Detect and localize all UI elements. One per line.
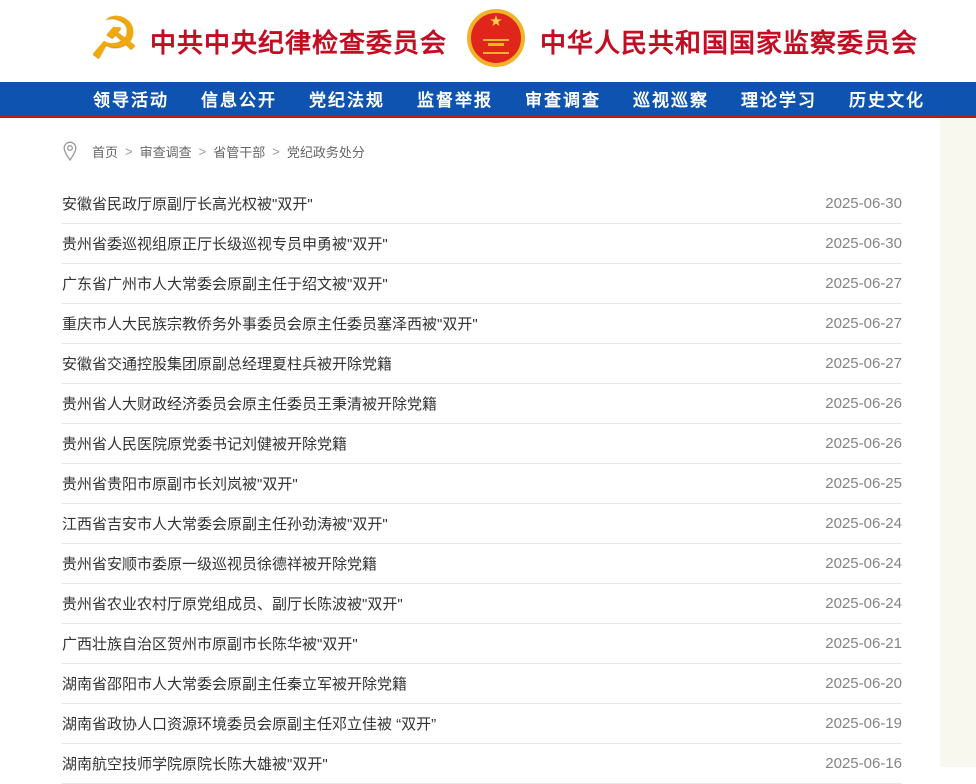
- news-row: 江西省吉安市人大常委会原副主任孙劲涛被"双开" 2025-06-24: [62, 504, 902, 544]
- news-title-link[interactable]: 贵州省委巡视组原正厅长级巡视专员申勇被"双开": [62, 233, 388, 254]
- nav-item-supervision-reporting[interactable]: 监督举报: [417, 86, 493, 111]
- breadcrumb-home[interactable]: 首页: [92, 142, 118, 161]
- news-row: 贵州省人大财政经济委员会原主任委员王秉清被开除党籍 2025-06-26: [62, 384, 902, 424]
- news-date: 2025-06-27: [825, 275, 902, 292]
- news-date: 2025-06-25: [825, 475, 902, 492]
- news-row: 安徽省交通控股集团原副总经理夏柱兵被开除党籍 2025-06-27: [62, 344, 902, 384]
- breadcrumb-separator: >: [199, 144, 207, 159]
- news-list: 安徽省民政厅原副厅长高光权被"双开" 2025-06-30 贵州省委巡视组原正厅…: [62, 184, 902, 784]
- page-edge-background: [940, 118, 976, 767]
- news-date: 2025-06-20: [825, 675, 902, 692]
- breadcrumb: 首页 > 审查调查 > 省管干部 > 党纪政务处分: [62, 118, 976, 184]
- main-nav: 领导活动 信息公开 党纪法规 监督举报 审查调查 巡视巡察 理论学习 历史文化: [0, 82, 976, 118]
- breadcrumb-province-cadres[interactable]: 省管干部: [213, 142, 265, 161]
- news-date: 2025-06-19: [825, 715, 902, 732]
- news-title-link[interactable]: 安徽省民政厅原副厅长高光权被"双开": [62, 193, 313, 214]
- news-title-link[interactable]: 安徽省交通控股集团原副总经理夏柱兵被开除党籍: [62, 353, 392, 374]
- news-title-link[interactable]: 江西省吉安市人大常委会原副主任孙劲涛被"双开": [62, 513, 388, 534]
- news-title-link[interactable]: 贵州省农业农村厅原党组成员、副厅长陈波被"双开": [62, 593, 403, 614]
- news-row: 贵州省安顺市委原一级巡视员徐德祥被开除党籍 2025-06-24: [62, 544, 902, 584]
- news-date: 2025-06-21: [825, 635, 902, 652]
- site-header: ☭ 中共中央纪律检查委员会 ★ 中华人民共和国国家监察委员会: [0, 0, 976, 82]
- news-title-link[interactable]: 广东省广州市人大常委会原副主任于绍文被"双开": [62, 273, 388, 294]
- news-title-link[interactable]: 贵州省人民医院原党委书记刘健被开除党籍: [62, 433, 347, 454]
- org1-title: 中共中央纪律检查委员会: [150, 0, 447, 82]
- breadcrumb-review-investigation[interactable]: 审查调查: [140, 142, 192, 161]
- news-date: 2025-06-24: [825, 595, 902, 612]
- nav-item-review-investigation[interactable]: 审查调查: [525, 86, 601, 111]
- news-row: 安徽省民政厅原副厅长高光权被"双开" 2025-06-30: [62, 184, 902, 224]
- news-date: 2025-06-26: [825, 395, 902, 412]
- breadcrumb-current-page: 党纪政务处分: [287, 142, 365, 161]
- breadcrumb-separator: >: [272, 144, 280, 159]
- nav-item-leadership-activities[interactable]: 领导活动: [93, 86, 169, 111]
- party-emblem-icon: ☭: [84, 0, 144, 78]
- emblem-gate-icon: [483, 39, 509, 54]
- nav-item-party-discipline-regulations[interactable]: 党纪法规: [309, 86, 385, 111]
- news-row: 湖南省政协人口资源环境委员会原副主任邓立佳被 “双开” 2025-06-19: [62, 704, 902, 744]
- news-title-link[interactable]: 重庆市人大民族宗教侨务外事委员会原主任委员塞泽西被"双开": [62, 313, 478, 334]
- news-date: 2025-06-16: [825, 755, 902, 772]
- news-row: 贵州省贵阳市原副市长刘岚被"双开" 2025-06-25: [62, 464, 902, 504]
- news-title-link[interactable]: 湖南航空技师学院原院长陈大雄被"双开": [62, 753, 328, 774]
- news-title-link[interactable]: 贵州省安顺市委原一级巡视员徐德祥被开除党籍: [62, 553, 377, 574]
- org2-title: 中华人民共和国国家监察委员会: [540, 0, 918, 82]
- news-title-link[interactable]: 湖南省邵阳市人大常委会原副主任秦立军被开除党籍: [62, 673, 407, 694]
- news-date: 2025-06-30: [825, 235, 902, 252]
- emblem-star-icon: ★: [471, 14, 521, 30]
- news-date: 2025-06-24: [825, 515, 902, 532]
- nav-item-information-disclosure[interactable]: 信息公开: [201, 86, 277, 111]
- breadcrumb-separator: >: [125, 144, 133, 159]
- news-row: 广西壮族自治区贺州市原副市长陈华被"双开" 2025-06-21: [62, 624, 902, 664]
- news-date: 2025-06-24: [825, 555, 902, 572]
- news-row: 重庆市人大民族宗教侨务外事委员会原主任委员塞泽西被"双开" 2025-06-27: [62, 304, 902, 344]
- news-date: 2025-06-30: [825, 195, 902, 212]
- news-row: 贵州省农业农村厅原党组成员、副厅长陈波被"双开" 2025-06-24: [62, 584, 902, 624]
- nav-item-inspection-tours[interactable]: 巡视巡察: [633, 86, 709, 111]
- news-row: 湖南省邵阳市人大常委会原副主任秦立军被开除党籍 2025-06-20: [62, 664, 902, 704]
- nav-item-theory-study[interactable]: 理论学习: [741, 86, 817, 111]
- news-date: 2025-06-27: [825, 315, 902, 332]
- news-date: 2025-06-26: [825, 435, 902, 452]
- news-title-link[interactable]: 湖南省政协人口资源环境委员会原副主任邓立佳被 “双开”: [62, 713, 436, 734]
- news-row: 广东省广州市人大常委会原副主任于绍文被"双开" 2025-06-27: [62, 264, 902, 304]
- news-title-link[interactable]: 贵州省贵阳市原副市长刘岚被"双开": [62, 473, 298, 494]
- nav-item-history-culture[interactable]: 历史文化: [849, 86, 925, 111]
- news-row: 贵州省委巡视组原正厅长级巡视专员申勇被"双开" 2025-06-30: [62, 224, 902, 264]
- national-emblem-icon: ★: [467, 9, 525, 67]
- news-date: 2025-06-27: [825, 355, 902, 372]
- news-title-link[interactable]: 广西壮族自治区贺州市原副市长陈华被"双开": [62, 633, 358, 654]
- news-row: 贵州省人民医院原党委书记刘健被开除党籍 2025-06-26: [62, 424, 902, 464]
- news-row: 湖南航空技师学院原院长陈大雄被"双开" 2025-06-16: [62, 744, 902, 784]
- location-pin-icon: [62, 141, 78, 162]
- news-title-link[interactable]: 贵州省人大财政经济委员会原主任委员王秉清被开除党籍: [62, 393, 437, 414]
